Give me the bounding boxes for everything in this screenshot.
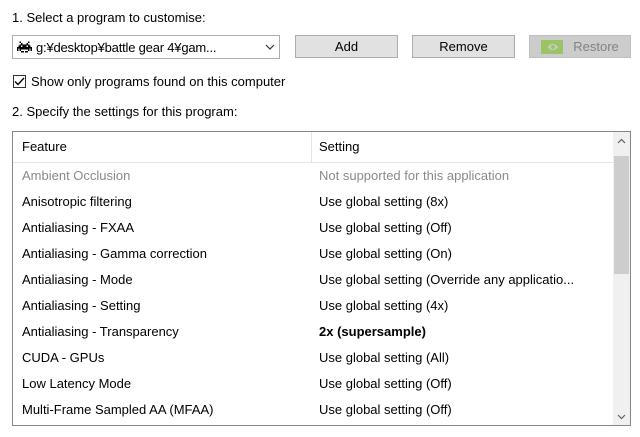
- feature-cell: Multi-Frame Sampled AA (MFAA): [22, 402, 214, 417]
- vertical-scrollbar[interactable]: [613, 132, 630, 425]
- table-row[interactable]: Antialiasing - Setting Use global settin…: [13, 293, 613, 319]
- remove-button[interactable]: Remove: [412, 35, 515, 58]
- program-select-value: g:¥desktop¥battle gear 4¥gam...: [36, 39, 217, 55]
- setting-cell[interactable]: Use global setting (All): [319, 345, 607, 371]
- setting-cell[interactable]: Use global setting (4x): [319, 293, 607, 319]
- show-only-found-checkbox-row[interactable]: Show only programs found on this compute…: [13, 74, 285, 89]
- table-row[interactable]: Anisotropic filtering Use global setting…: [13, 189, 613, 215]
- show-only-found-label: Show only programs found on this compute…: [31, 74, 286, 89]
- setting-cell[interactable]: Use global setting (On): [319, 241, 607, 267]
- feature-cell: Antialiasing - Mode: [22, 272, 133, 287]
- game-invader-icon: [16, 39, 32, 55]
- nvidia-logo-icon: [541, 39, 564, 54]
- feature-cell: Antialiasing - Setting: [22, 298, 141, 313]
- program-select[interactable]: g:¥desktop¥battle gear 4¥gam...: [12, 35, 280, 59]
- add-button[interactable]: Add: [295, 35, 398, 58]
- setting-cell[interactable]: Use global setting (Override any applica…: [319, 267, 607, 293]
- table-body: Ambient Occlusion Not supported for this…: [13, 163, 613, 423]
- step2-label: 2. Specify the settings for this program…: [12, 104, 238, 119]
- table-row[interactable]: Antialiasing - Transparency 2x (supersam…: [13, 319, 613, 345]
- column-header-setting[interactable]: Setting: [319, 132, 359, 162]
- setting-cell[interactable]: Use global setting (Off): [319, 397, 607, 423]
- feature-cell: Antialiasing - Gamma correction: [22, 246, 207, 261]
- table-row[interactable]: Ambient Occlusion Not supported for this…: [13, 163, 613, 189]
- settings-table: Feature Setting Ambient Occlusion Not su…: [12, 131, 631, 426]
- table-row[interactable]: CUDA - GPUs Use global setting (All): [13, 345, 613, 371]
- table-row[interactable]: Low Latency Mode Use global setting (Off…: [13, 371, 613, 397]
- chevron-down-icon[interactable]: [261, 44, 279, 50]
- feature-cell: Ambient Occlusion: [22, 168, 131, 183]
- restore-button-label: Restore: [573, 39, 619, 54]
- show-only-found-checkbox[interactable]: [13, 75, 26, 88]
- restore-button[interactable]: Restore: [529, 35, 631, 58]
- setting-cell[interactable]: 2x (supersample): [319, 319, 607, 345]
- scroll-up-arrow-icon[interactable]: [613, 132, 630, 149]
- setting-cell[interactable]: Use global setting (Off): [319, 215, 607, 241]
- feature-cell: CUDA - GPUs: [22, 350, 105, 365]
- feature-cell: Antialiasing - FXAA: [22, 220, 134, 235]
- setting-cell: Not supported for this application: [319, 168, 510, 183]
- feature-cell: Low Latency Mode: [22, 376, 132, 391]
- scrollbar-thumb[interactable]: [614, 156, 629, 274]
- table-row[interactable]: Antialiasing - Gamma correction Use glob…: [13, 241, 613, 267]
- step1-label: 1. Select a program to customise:: [12, 10, 206, 25]
- setting-cell[interactable]: Use global setting (Off): [319, 371, 607, 397]
- column-divider[interactable]: [311, 132, 312, 162]
- scroll-down-arrow-icon[interactable]: [613, 408, 630, 425]
- table-header: Feature Setting: [13, 132, 613, 163]
- column-header-feature[interactable]: Feature: [22, 132, 67, 162]
- table-row[interactable]: Antialiasing - FXAA Use global setting (…: [13, 215, 613, 241]
- feature-cell: Anisotropic filtering: [22, 194, 132, 209]
- feature-cell: Antialiasing - Transparency: [22, 324, 179, 339]
- setting-cell[interactable]: Use global setting (8x): [319, 189, 607, 215]
- table-row[interactable]: Multi-Frame Sampled AA (MFAA) Use global…: [13, 397, 613, 423]
- table-row[interactable]: Antialiasing - Mode Use global setting (…: [13, 267, 613, 293]
